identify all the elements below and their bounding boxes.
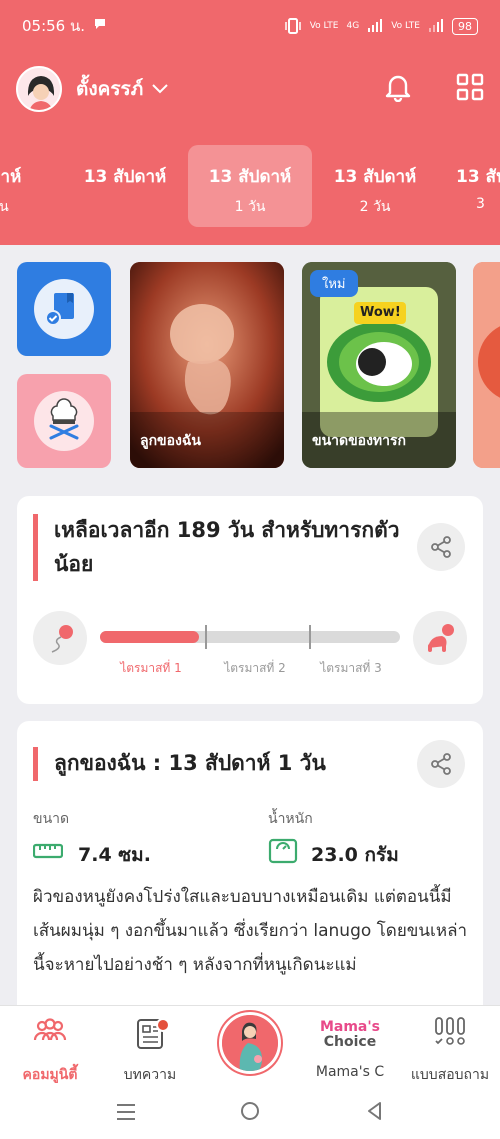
nav-quiz-label: แบบสอบถาม — [410, 1067, 490, 1083]
network-label-1: Vo LTE — [309, 21, 339, 31]
week-item-day: 2 วัน — [359, 199, 391, 215]
tile-baby-size[interactable]: Wow! ใหม่ ขนาดของทารก — [302, 262, 456, 468]
week-item[interactable]: 13 สัป 3 — [438, 145, 500, 227]
notification-dot — [156, 1018, 170, 1032]
nav-articles-label: บทความ — [123, 1067, 177, 1083]
weight-value: 23.0 กรัม — [311, 844, 399, 866]
week-selector: ปดาห์ วัน 13 สัปดาห์ 13 สัปดาห์ 1 วัน 13… — [0, 145, 500, 227]
week-item[interactable]: ปดาห์ วัน — [0, 145, 62, 227]
recent-apps-icon[interactable] — [115, 1101, 137, 1127]
nav-mamas-label: Mama's C — [315, 1064, 385, 1080]
week-item-day: 3 — [476, 196, 485, 212]
crawling-baby-icon — [413, 611, 467, 665]
pregnant-mother-icon — [222, 1015, 278, 1071]
size-label: ขนาด — [33, 811, 70, 827]
week-item-day: 1 วัน — [234, 199, 266, 215]
signal-icon — [368, 19, 383, 32]
sperm-icon — [33, 611, 87, 665]
nav-pregnancy-button[interactable] — [219, 1012, 281, 1074]
network-label-3: Vo LTE — [391, 21, 420, 31]
week-item-label: 13 สัปดาห์ — [208, 167, 292, 187]
week-item[interactable]: 13 สัปดาห์ 2 วัน — [313, 145, 437, 227]
mamas-choice-logo: Mama's Choice — [300, 1020, 400, 1050]
progress-fill — [100, 631, 199, 643]
tile-my-baby[interactable]: ลูกของฉัน — [130, 262, 284, 468]
scale-icon — [268, 838, 298, 868]
battery-indicator: 98 — [452, 17, 478, 35]
trimester-divider — [205, 625, 207, 649]
system-navigation-bar — [0, 1087, 500, 1139]
new-badge: ใหม่ — [310, 270, 358, 297]
back-icon[interactable] — [364, 1100, 386, 1126]
avatar[interactable] — [16, 66, 62, 112]
trimester-2-label: ไตรมาสที่ 2 — [224, 661, 286, 675]
nav-articles[interactable]: บทความ — [100, 1016, 200, 1083]
trimester-1-label: ไตรมาสที่ 1 — [120, 661, 182, 675]
quiz-icon — [435, 1017, 465, 1045]
nav-mamas-choice[interactable]: Mama's Choice Mama's C — [300, 1016, 400, 1081]
checklist-icon — [34, 279, 94, 339]
week-item-label: ปดาห์ — [0, 167, 22, 187]
partial-tile-image — [473, 262, 500, 468]
progress-track — [100, 625, 400, 649]
trimester-divider — [309, 625, 311, 649]
nav-community[interactable]: คอมมูนิตี้ — [0, 1016, 100, 1083]
week-item-day: วัน — [0, 199, 9, 215]
tile-partial[interactable] — [473, 262, 500, 468]
chat-notification-icon — [93, 17, 107, 35]
signal-icon-2 — [429, 19, 443, 32]
pregnancy-progress: ไตรมาสที่ 1 ไตรมาสที่ 2 ไตรมาสที่ 3 — [33, 611, 467, 685]
size-value: 7.4 ซม. — [78, 844, 151, 866]
week-item[interactable]: 13 สัปดาห์ — [63, 145, 187, 227]
feature-tiles: ลูกของฉัน Wow! ใหม่ ขนาดของทารก — [17, 262, 500, 468]
share-icon[interactable] — [417, 740, 465, 788]
week-item-label: 13 สัปดาห์ — [83, 167, 167, 187]
community-icon — [33, 1018, 67, 1041]
baby-description: ผิวของหนูยังคงโปร่งใสและบอบบางเหมือนเดิม… — [33, 887, 468, 975]
profile-name[interactable]: ตั้งครรภ์ — [76, 74, 143, 104]
nav-quiz[interactable]: แบบสอบถาม — [400, 1016, 500, 1083]
nav-community-label: คอมมูนิตี้ — [22, 1067, 78, 1083]
trimester-3-label: ไตรมาสที่ 3 — [320, 661, 382, 675]
bell-icon[interactable] — [384, 72, 412, 106]
week-item-selected[interactable]: 13 สัปดาห์ 1 วัน — [188, 145, 312, 227]
ruler-icon — [32, 841, 64, 865]
week-item-label: 13 สัป — [456, 167, 500, 187]
vibrate-icon — [284, 18, 301, 34]
tile-checklist[interactable] — [17, 262, 111, 356]
status-time: 05:56 น. — [22, 17, 86, 35]
week-item-label: 13 สัปดาห์ — [333, 167, 417, 187]
network-label-2: 4G — [346, 21, 360, 31]
top-bar: ตั้งครรภ์ — [16, 66, 484, 112]
logo-text-top: Mama's — [319, 1019, 381, 1035]
logo-text-bottom: Choice — [323, 1034, 377, 1050]
wow-text: Wow! — [360, 305, 401, 320]
status-bar: 05:56 น. Vo LTE 4G Vo LTE 98 — [22, 12, 478, 40]
grid-menu-icon[interactable] — [456, 73, 484, 105]
countdown-title: เหลือเวลาอีก 189 วัน สำหรับทารกตัวน้อย — [33, 514, 403, 582]
home-icon[interactable] — [239, 1100, 261, 1126]
baby-info-title: ลูกของฉัน : 13 สัปดาห์ 1 วัน — [33, 747, 413, 781]
weight-label: น้ำหนัก — [268, 811, 313, 827]
status-indicators: Vo LTE 4G Vo LTE 98 — [284, 17, 478, 35]
tile-baby-size-label: ขนาดของทารก — [312, 433, 406, 449]
chevron-down-icon[interactable] — [151, 79, 169, 100]
bottom-navigation: คอมมูนิตี้ บทความ Mama's Choice Mama's C — [0, 1005, 500, 1087]
tile-my-baby-label: ลูกของฉัน — [140, 433, 201, 449]
app-header: 05:56 น. Vo LTE 4G Vo LTE 98 ตั้งครรภ์ า… — [0, 0, 500, 245]
share-icon[interactable] — [417, 523, 465, 571]
chef-hat-icon — [34, 391, 94, 451]
tile-nutrition[interactable] — [17, 374, 111, 468]
